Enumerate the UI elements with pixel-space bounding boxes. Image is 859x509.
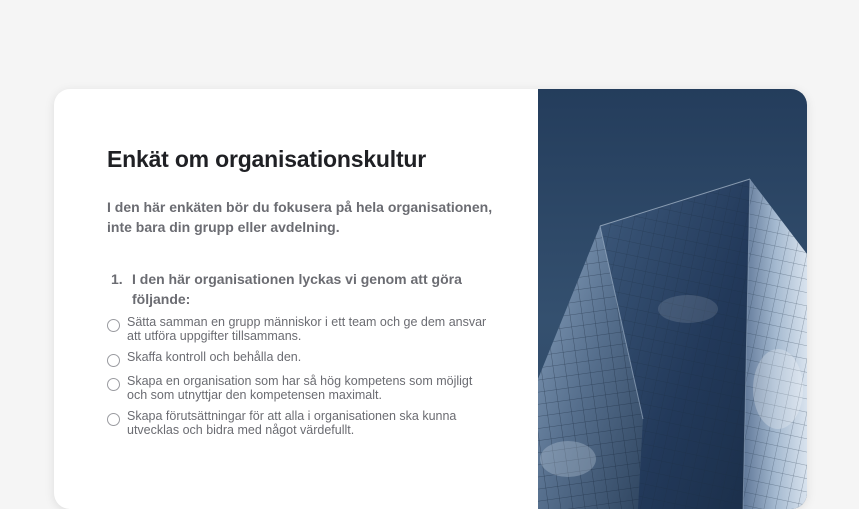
survey-intro: I den här enkäten bör du fokusera på hel… (107, 199, 493, 235)
answer-option-4[interactable]: Skapa förutsättningar för att alla i org… (107, 409, 507, 437)
survey-content: Enkät om organisationskultur I den här e… (107, 144, 507, 445)
answer-option-label: Skapa förutsättningar för att alla i org… (127, 409, 457, 437)
question-number: 1. (111, 271, 123, 287)
building-image (538, 89, 807, 509)
radio-button[interactable] (107, 319, 120, 332)
answer-option-label: Skapa en organisation som har så hög kom… (127, 374, 473, 402)
question-text: I den här organisationen lyckas vi genom… (132, 271, 462, 307)
answer-option-label: Sätta samman en grupp människor i ett te… (127, 315, 487, 343)
radio-button[interactable] (107, 413, 120, 426)
survey-title: Enkät om organisationskultur (107, 146, 427, 172)
radio-button[interactable] (107, 378, 120, 391)
glass-skyscraper-illustration (538, 89, 807, 509)
survey-card: Enkät om organisationskultur I den här e… (54, 89, 807, 509)
answer-option-2[interactable]: Skaffa kontroll och behålla den. (107, 350, 507, 367)
answer-option-1[interactable]: Sätta samman en grupp människor i ett te… (107, 315, 507, 343)
answer-option-label: Skaffa kontroll och behålla den. (127, 350, 302, 364)
answer-option-3[interactable]: Skapa en organisation som har så hög kom… (107, 374, 507, 402)
question-1: 1. I den här organisationen lyckas vi ge… (107, 269, 507, 309)
answer-options: Sätta samman en grupp människor i ett te… (107, 315, 507, 437)
radio-button[interactable] (107, 354, 120, 367)
